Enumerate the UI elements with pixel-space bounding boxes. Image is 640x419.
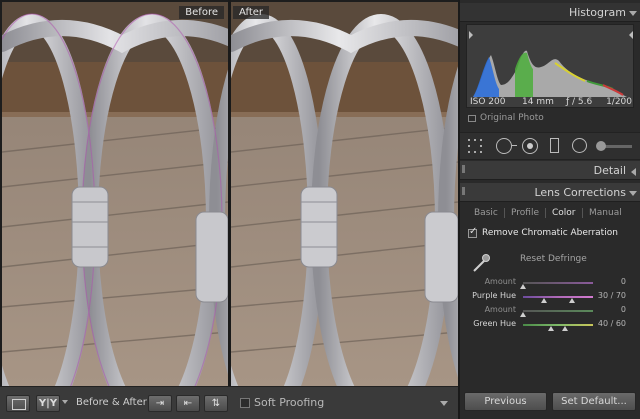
develop-right-panel: Histogram ISO 200 14 mm ƒ / 5.6 1/200 Or…: [460, 0, 640, 419]
panel-grip-icon: [462, 187, 465, 195]
adjustment-brush-icon[interactable]: [596, 141, 632, 151]
previous-button[interactable]: Previous: [464, 392, 547, 411]
tab-separator: [545, 208, 546, 218]
histogram-header[interactable]: Histogram: [460, 3, 640, 22]
shutter-readout: 1/200: [606, 97, 632, 107]
lens-corrections-tabs: Basic Profile Color Manual: [460, 204, 640, 222]
copy-after-to-before-button[interactable]: ⇥: [148, 395, 172, 412]
slider-label: Amount: [484, 305, 516, 314]
slider-knob[interactable]: [562, 326, 568, 331]
slider-knob[interactable]: [520, 312, 526, 317]
copy-before-to-after-button[interactable]: ⇤: [176, 395, 200, 412]
swap-before-after-button[interactable]: ⇅: [204, 395, 228, 412]
collapse-icon: [629, 191, 637, 196]
copy-after-to-before-icon: ⇥: [155, 398, 165, 409]
copy-before-to-after-icon: ⇤: [183, 398, 193, 409]
red-eye-icon[interactable]: [522, 138, 538, 154]
detail-title: Detail: [593, 164, 626, 177]
slider-knob[interactable]: [541, 298, 547, 303]
lens-corrections-title: Lens Corrections: [534, 186, 626, 199]
slider-track[interactable]: [523, 324, 593, 326]
highlight-clipping-icon: [629, 31, 633, 39]
histogram-info-row: ISO 200 14 mm ƒ / 5.6 1/200: [466, 96, 634, 109]
after-image[interactable]: After: [231, 2, 458, 386]
before-label: Before: [179, 6, 224, 19]
before-after-view-button[interactable]: Y|Y: [36, 395, 60, 412]
tab-color[interactable]: Color: [552, 207, 576, 219]
slider-track[interactable]: [523, 296, 593, 298]
toolbar-menu-icon[interactable]: [440, 401, 448, 406]
before-after-label: Before & After :: [76, 397, 154, 408]
focal-length-readout: 14 mm: [522, 97, 554, 107]
soft-proofing-checkbox[interactable]: [240, 398, 250, 408]
after-label: After: [233, 6, 270, 19]
before-photo: [2, 2, 228, 386]
original-photo-checkbox[interactable]: [468, 115, 476, 122]
slider-label: Amount: [484, 277, 516, 286]
slider-value: 40 / 60: [597, 319, 626, 328]
shadow-clipping-icon: [469, 31, 473, 39]
tab-basic[interactable]: Basic: [474, 207, 498, 219]
detail-header[interactable]: Detail: [460, 161, 640, 180]
collapse-icon: [629, 11, 637, 16]
set-default-button[interactable]: Set Default...: [552, 392, 636, 411]
crop-overlay-icon[interactable]: [468, 139, 486, 153]
fringe-eyedropper-icon[interactable]: [470, 252, 492, 274]
view-mode-dropdown-icon[interactable]: [62, 400, 68, 404]
slider-value: 0: [620, 305, 626, 314]
slider-value: 30 / 70: [597, 291, 626, 300]
tool-strip: [460, 132, 640, 160]
bottom-toolbar: Y|Y Before & After : ⇥ ⇤ ⇅ Soft Proofing: [0, 386, 458, 419]
swap-before-after-icon: ⇅: [211, 398, 221, 409]
expand-icon: [631, 168, 636, 176]
iso-readout: ISO 200: [470, 97, 506, 107]
tab-manual[interactable]: Manual: [589, 207, 622, 219]
soft-proofing-label: Soft Proofing: [254, 396, 325, 409]
tab-separator: [504, 208, 505, 218]
aperture-readout: ƒ / 5.6: [566, 97, 593, 107]
tab-profile[interactable]: Profile: [511, 207, 539, 219]
remove-chromatic-aberration-checkbox[interactable]: [468, 226, 477, 238]
lightroom-develop-window: Before After Y|Y Before & After: ⇥ ⇤ ⇅ …: [0, 0, 640, 419]
panel-footer: Previous Set Default...: [460, 388, 640, 419]
slider-knob[interactable]: [520, 284, 526, 289]
slider-track[interactable]: [523, 310, 593, 312]
slider-knob[interactable]: [569, 298, 575, 303]
lens-corrections-header[interactable]: Lens Corrections: [460, 183, 640, 202]
slider-label: Green Hue: [473, 319, 516, 328]
original-photo-label: Original Photo: [480, 113, 544, 123]
before-image[interactable]: Before: [2, 2, 228, 386]
reset-defringe-button[interactable]: Reset Defringe: [520, 253, 587, 265]
radial-filter-icon[interactable]: [572, 138, 587, 153]
before-after-view: Before After: [0, 0, 458, 386]
graduated-filter-icon[interactable]: [550, 138, 559, 153]
slider-track[interactable]: [523, 282, 593, 284]
remove-chromatic-aberration-label: Remove Chromatic Aberration: [482, 228, 618, 238]
slider-label: Purple Hue: [472, 291, 516, 300]
spot-removal-icon[interactable]: [496, 138, 517, 154]
slider-value: 0: [620, 277, 626, 286]
tab-separator: [582, 208, 583, 218]
panel-grip-icon: [462, 165, 465, 173]
loupe-view-button[interactable]: [6, 395, 30, 412]
slider-knob[interactable]: [548, 326, 554, 331]
after-photo: [231, 2, 458, 386]
histogram-title: Histogram: [568, 6, 626, 19]
